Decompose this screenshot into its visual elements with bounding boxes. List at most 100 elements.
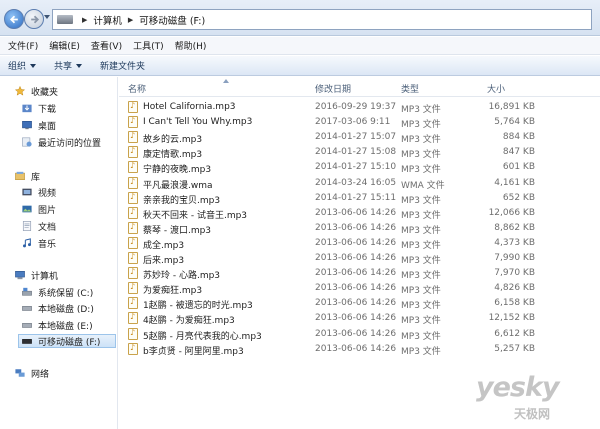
- column-header-name[interactable]: 名称: [128, 79, 229, 95]
- menu-file[interactable]: 文件(F): [4, 39, 42, 52]
- file-type: MP3 文件: [401, 195, 441, 206]
- file-size: 12,152 KB: [488, 313, 535, 324]
- file-row[interactable]: I Can't Tell You Why.mp3 2017-03-06 9:11 M…: [119, 115, 600, 130]
- column-name-label: 名称: [128, 85, 147, 95]
- sidebar-item-drive-f[interactable]: 可移动磁盘 (F:): [18, 334, 116, 348]
- watermark-subtext: 天极网: [514, 407, 551, 421]
- file-row[interactable]: b李贞贤 - 阿里阿里.mp3 2013-06-06 14:26 MP3 文件 5,2…: [119, 342, 600, 357]
- file-row[interactable]: 秋天不回来 - 试音王.mp3 2013-06-06 14:26 MP3 文件 12,…: [119, 206, 600, 221]
- breadcrumb-chevron-icon[interactable]: ▶: [82, 16, 87, 24]
- file-row[interactable]: 1赵鹏 - 被遗忘的时光.mp3 2013-06-06 14:26 MP3 文件 6,…: [119, 296, 600, 311]
- sidebar-item-drive-c[interactable]: 系统保留 (C:): [21, 285, 93, 299]
- organize-button[interactable]: 组织: [8, 59, 37, 72]
- menu-help[interactable]: 帮助(H): [171, 39, 211, 52]
- file-type: MP3 文件: [401, 150, 441, 161]
- file-size: 601 KB: [502, 162, 535, 173]
- column-header-type[interactable]: 类型: [401, 82, 419, 95]
- file-row[interactable]: 故乡的云.mp3 2014-01-27 15:07 MP3 文件 884 KB: [119, 130, 600, 145]
- address-bar[interactable]: ▶ 计算机 ▶ 可移动磁盘 (F:): [52, 9, 592, 30]
- file-row[interactable]: 成全.mp3 2013-06-06 14:26 MP3 文件 4,373 KB: [119, 236, 600, 251]
- sidebar-libraries[interactable]: 库: [14, 169, 40, 183]
- file-date: 2013-06-06 14:26: [315, 237, 397, 248]
- sidebar-item-label: 图片: [38, 205, 57, 216]
- file-type: MP3 文件: [401, 240, 441, 251]
- recent-pages-dropdown[interactable]: [44, 15, 50, 19]
- file-size: 652 KB: [502, 192, 535, 203]
- column-header-date[interactable]: 修改日期: [315, 82, 351, 95]
- sidebar-network[interactable]: 网络: [14, 366, 49, 380]
- file-name: 成全.mp3: [143, 240, 185, 251]
- file-row[interactable]: 宁静的夜晚.mp3 2014-01-27 15:10 MP3 文件 601 KB: [119, 160, 600, 175]
- sort-arrow-icon: [223, 79, 229, 83]
- file-row[interactable]: 蔡琴 - 渡口.mp3 2013-06-06 14:26 MP3 文件 8,862 K…: [119, 221, 600, 236]
- menu-view[interactable]: 查看(V): [87, 39, 126, 52]
- file-row[interactable]: 为爱痴狂.mp3 2013-06-06 14:26 MP3 文件 4,826 KB: [119, 281, 600, 296]
- file-row[interactable]: 平凡最浪漫.wma 2014-03-24 16:05 WMA 文件 4,161 KB: [119, 176, 600, 191]
- breadcrumb-removable-disk[interactable]: 可移动磁盘 (F:): [139, 13, 205, 27]
- menu-tools[interactable]: 工具(T): [129, 39, 168, 52]
- file-date: 2013-06-06 14:26: [315, 253, 397, 263]
- file-size: 16,891 KB: [488, 102, 535, 112]
- organize-label: 组织: [8, 62, 27, 72]
- breadcrumb-chevron-icon[interactable]: ▶: [128, 16, 133, 24]
- sidebar-item-label: 桌面: [38, 121, 57, 132]
- sidebar-item-downloads[interactable]: 下载: [21, 101, 56, 115]
- file-name: 为爱痴狂.mp3: [143, 286, 203, 297]
- audio-file-icon: [128, 312, 138, 325]
- file-row[interactable]: 苏妙玲 - 心路.mp3 2013-06-06 14:26 MP3 文件 7,970 …: [119, 266, 600, 281]
- file-date: 2013-06-06 14:26: [315, 343, 397, 354]
- file-size: 4,826 KB: [494, 283, 535, 294]
- sidebar-item-drive-e[interactable]: 本地磁盘 (E:): [21, 318, 93, 332]
- sidebar-item-videos[interactable]: 视频: [21, 185, 56, 199]
- share-button[interactable]: 共享: [54, 59, 83, 72]
- sidebar-item-desktop[interactable]: 桌面: [21, 118, 56, 132]
- new-folder-button[interactable]: 新建文件夹: [100, 59, 145, 72]
- audio-file-icon: [128, 282, 138, 295]
- file-row[interactable]: Hotel California.mp3 2016-09-29 19:37 MP3 …: [119, 100, 600, 115]
- back-button[interactable]: [4, 9, 24, 29]
- file-row[interactable]: 康定情歌.mp3 2014-01-27 15:08 MP3 文件 847 KB: [119, 145, 600, 160]
- file-date: 2014-01-27 15:10: [315, 162, 397, 173]
- file-name: 康定情歌.mp3: [143, 150, 203, 161]
- sidebar-item-label: 系统保留 (C:): [38, 288, 94, 299]
- sidebar-item-pictures[interactable]: 图片: [21, 202, 56, 216]
- file-row[interactable]: 后来.mp3 2013-06-06 14:26 MP3 文件 7,990 KB: [119, 251, 600, 266]
- sidebar-item-documents[interactable]: 文档: [21, 219, 56, 233]
- audio-file-icon: [128, 161, 138, 174]
- file-name: 秋天不回来 - 试音王.mp3: [143, 210, 248, 221]
- audio-file-icon: [128, 297, 138, 310]
- file-size: 12,066 KB: [488, 207, 535, 218]
- file-size: 847 KB: [502, 147, 535, 158]
- sidebar-favorites[interactable]: 收藏夹: [14, 84, 58, 98]
- sidebar-item-label: 下载: [38, 104, 57, 115]
- star-icon: [14, 86, 26, 96]
- file-type: MP3 文件: [401, 316, 441, 327]
- file-row[interactable]: 5赵鹏 - 月亮代表我的心.mp3 2013-06-06 14:26 MP3 文件 6…: [119, 327, 600, 342]
- file-name: b李贞贤 - 阿里阿里.mp3: [143, 346, 244, 357]
- menu-edit[interactable]: 编辑(E): [45, 39, 84, 52]
- share-label: 共享: [54, 62, 73, 72]
- sidebar-item-music[interactable]: 音乐: [21, 236, 56, 250]
- file-type: MP3 文件: [401, 210, 441, 221]
- sidebar-computer-label: 计算机: [31, 271, 59, 282]
- file-row[interactable]: 4赵鹏 - 为爱痴狂.mp3 2013-06-06 14:26 MP3 文件 12,1…: [119, 311, 600, 326]
- sidebar-item-recent-places[interactable]: 最近访问的位置: [21, 135, 101, 149]
- column-header-size[interactable]: 大小: [487, 82, 505, 95]
- file-row[interactable]: 亲亲我的宝贝.mp3 2014-01-27 15:11 MP3 文件 652 KB: [119, 191, 600, 206]
- sidebar-item-drive-d[interactable]: 本地磁盘 (D:): [21, 301, 94, 315]
- file-date: 2013-06-06 14:26: [315, 313, 397, 324]
- audio-file-icon: [128, 206, 138, 219]
- forward-button[interactable]: [24, 9, 44, 29]
- audio-file-icon: [128, 221, 138, 234]
- audio-file-icon: [128, 252, 138, 264]
- file-name: 1赵鹏 - 被遗忘的时光.mp3: [143, 301, 253, 312]
- drive-icon: [57, 15, 73, 24]
- sidebar-item-label: 音乐: [38, 239, 57, 250]
- file-name: 平凡最浪漫.wma: [143, 180, 213, 191]
- file-size: 4,373 KB: [494, 237, 535, 248]
- yesky-watermark: yesky 天极网: [476, 372, 596, 428]
- music-library-icon: [23, 238, 31, 248]
- file-date: 2014-01-27 15:11: [315, 192, 397, 203]
- breadcrumb-computer[interactable]: 计算机: [93, 13, 122, 27]
- sidebar-computer[interactable]: 计算机: [14, 268, 58, 282]
